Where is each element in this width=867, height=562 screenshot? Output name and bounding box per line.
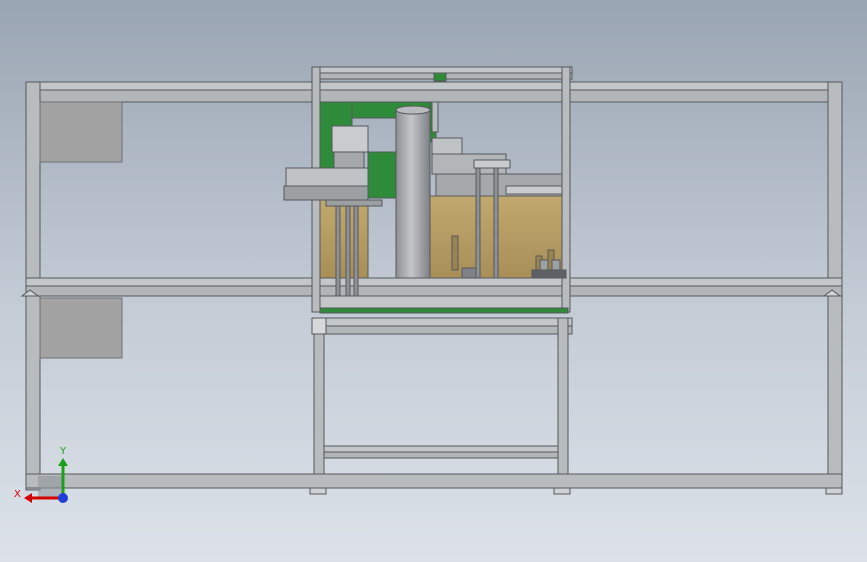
tan-plate-left — [319, 199, 369, 279]
bottom-beam — [25, 473, 843, 489]
stand-post-right — [557, 317, 569, 475]
center-module — [283, 66, 573, 314]
y-axis-label: Y — [59, 446, 67, 457]
tall-cylinder — [395, 109, 431, 279]
arm-left — [285, 167, 369, 189]
side-panel-upper — [39, 101, 123, 163]
x-axis-label: X — [14, 489, 21, 500]
lower-stand — [311, 317, 573, 475]
stand-post-left — [313, 317, 325, 475]
foot-stand-right — [553, 487, 571, 495]
green-plate-mid — [367, 151, 399, 199]
cad-viewport[interactable]: Y X — [0, 0, 867, 562]
foot-stand-left — [309, 487, 327, 495]
z-axis-dot — [58, 493, 68, 503]
y-axis-arrowhead — [58, 458, 68, 466]
foot-right — [825, 487, 843, 495]
x-axis-arrowhead — [24, 493, 32, 503]
top-beam — [25, 89, 843, 103]
middle-beam-lower — [25, 285, 843, 297]
middle-beam-upper — [25, 277, 843, 287]
machine-drawing: Y X — [14, 66, 843, 503]
top-beam-front — [25, 81, 843, 91]
side-panel-lower — [39, 297, 123, 359]
